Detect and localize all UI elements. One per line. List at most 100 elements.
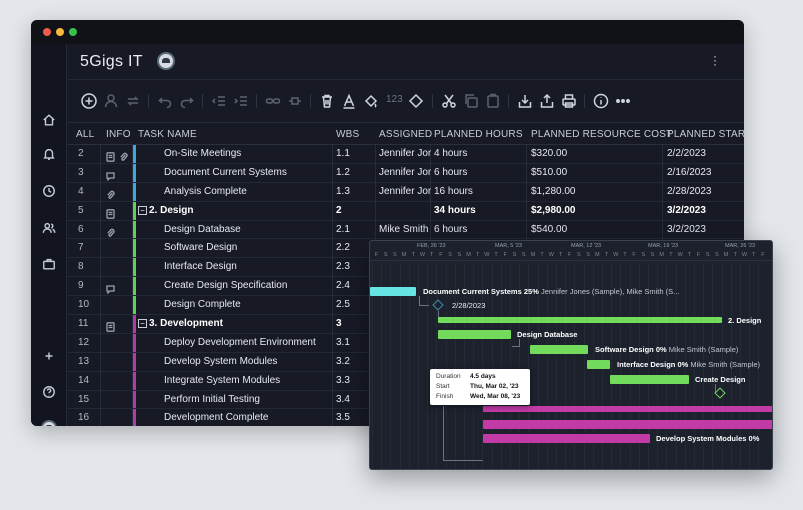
more-options-icon[interactable]: · · · [712,50,718,70]
col-info-header[interactable]: INFO [106,129,131,140]
fill-color-icon[interactable] [362,92,380,110]
task-wbs[interactable]: 3.5 [336,412,350,423]
task-wbs[interactable]: 1.2 [336,167,350,178]
copy-icon[interactable] [462,92,480,110]
task-row[interactable]: 5 −2. Design 2 34 hours $2,980.00 3/2/2023 [68,201,744,221]
numbering-label[interactable]: 123 [386,94,403,105]
col-all-header[interactable]: ALL [76,129,94,140]
task-planned-start[interactable]: 3/2/2023 [667,205,706,216]
info-icon[interactable] [592,92,610,110]
task-planned-cost[interactable]: $1,280.00 [531,186,576,197]
row-number[interactable]: 9 [78,280,84,291]
notes-icon[interactable] [106,319,115,332]
col-planned-hours-header[interactable]: PLANNED HOURS [434,129,523,140]
gantt-bar-develop-system-modules[interactable] [483,434,650,443]
task-assigned[interactable]: Jennifer Jon [379,167,431,178]
cut-icon[interactable] [440,92,458,110]
task-name[interactable]: Development Complete [164,412,329,423]
task-name[interactable]: Create Design Specification [164,280,329,291]
redo-icon[interactable] [178,92,196,110]
row-number[interactable]: 2 [78,148,84,159]
more-tools-icon[interactable] [614,92,632,110]
row-number[interactable]: 16 [78,412,89,423]
add-task-icon[interactable] [80,92,98,110]
row-number[interactable]: 8 [78,261,84,272]
paste-icon[interactable] [484,92,502,110]
notes-icon[interactable] [106,206,115,219]
gantt-milestone-design-complete[interactable] [714,387,726,399]
task-wbs[interactable]: 3.1 [336,337,350,348]
row-number[interactable]: 6 [78,224,84,235]
task-wbs[interactable]: 2.5 [336,299,350,310]
row-number[interactable]: 11 [78,318,88,329]
unlink-icon[interactable] [286,92,304,110]
notes-icon[interactable] [106,149,115,162]
task-planned-hours[interactable]: 6 hours [434,167,467,178]
row-number[interactable]: 12 [78,337,89,348]
export-icon[interactable] [538,92,556,110]
row-number[interactable]: 10 [78,299,89,310]
task-wbs[interactable]: 2.4 [336,280,350,291]
attachment-icon[interactable] [119,149,128,161]
collapse-toggle[interactable]: − [138,205,147,215]
col-assigned-header[interactable]: ASSIGNED [379,129,432,140]
col-planned-resource-cost-header[interactable]: PLANNED RESOURCE COST [531,129,672,140]
task-planned-cost[interactable]: $320.00 [531,148,567,159]
task-name[interactable]: Analysis Complete [164,186,329,197]
comment-icon[interactable] [106,281,115,295]
undo-icon[interactable] [156,92,174,110]
task-name[interactable]: Design Complete [164,299,329,310]
gantt-milestone-analysis-complete[interactable] [432,299,444,311]
home-icon[interactable] [39,110,59,130]
font-icon[interactable] [340,92,358,110]
task-wbs[interactable]: 3 [336,318,342,329]
task-wbs[interactable]: 2.2 [336,242,350,253]
task-planned-start[interactable]: 3/2/2023 [667,224,706,235]
col-task-name-header[interactable]: TASK NAME [138,129,197,140]
gantt-bar-deploy-development-environment[interactable] [483,420,772,429]
user-avatar[interactable] [39,418,59,426]
indent-icon[interactable] [232,92,250,110]
task-name[interactable]: 2. Design [149,205,329,216]
task-planned-hours[interactable]: 4 hours [434,148,467,159]
col-wbs-header[interactable]: WBS [336,129,359,140]
task-row[interactable]: 2 On-Site Meetings 1.1 Jennifer Jon 4 hours $… [68,145,744,164]
task-wbs[interactable]: 2.3 [336,261,350,272]
outdent-icon[interactable] [210,92,228,110]
minimize-window-button[interactable] [56,28,64,36]
maximize-window-button[interactable] [69,28,77,36]
notifications-icon[interactable] [39,144,59,164]
task-planned-hours[interactable]: 34 hours [434,205,476,216]
task-name[interactable]: Deploy Development Environment [164,337,329,348]
task-name[interactable]: Interface Design [164,261,329,272]
assign-user-icon[interactable] [102,92,120,110]
gantt-bar-interface-design[interactable] [587,360,610,369]
milestone-icon[interactable] [407,92,425,110]
link-icon[interactable] [264,92,282,110]
task-planned-start[interactable]: 2/2/2023 [667,148,706,159]
recurring-icon[interactable] [124,92,142,110]
delete-icon[interactable] [318,92,336,110]
task-name[interactable]: Software Design [164,242,329,253]
row-number[interactable]: 5 [78,205,84,216]
task-wbs[interactable]: 2.1 [336,224,350,235]
attachment-icon[interactable] [106,225,115,237]
task-name[interactable]: Document Current Systems [164,167,329,178]
row-number[interactable]: 14 [78,375,89,386]
row-number[interactable]: 3 [78,167,84,178]
clock-icon[interactable] [39,181,59,201]
task-assigned[interactable]: Mike Smith [379,224,431,235]
task-planned-hours[interactable]: 6 hours [434,224,467,235]
task-planned-start[interactable]: 2/16/2023 [667,167,712,178]
task-name[interactable]: 3. Development [149,318,329,329]
task-wbs[interactable]: 1.1 [336,148,350,159]
task-wbs[interactable]: 3.2 [336,356,350,367]
close-window-button[interactable] [43,28,51,36]
row-number[interactable]: 7 [78,242,84,253]
task-row[interactable]: 3 Document Current Systems 1.2 Jennifer Jon… [68,163,744,183]
task-assigned[interactable]: Jennifer Jon [379,148,431,159]
gantt-bar-development-summary[interactable] [483,406,772,412]
portfolio-icon[interactable] [39,254,59,274]
row-number[interactable]: 4 [78,186,84,197]
row-number[interactable]: 13 [78,356,89,367]
